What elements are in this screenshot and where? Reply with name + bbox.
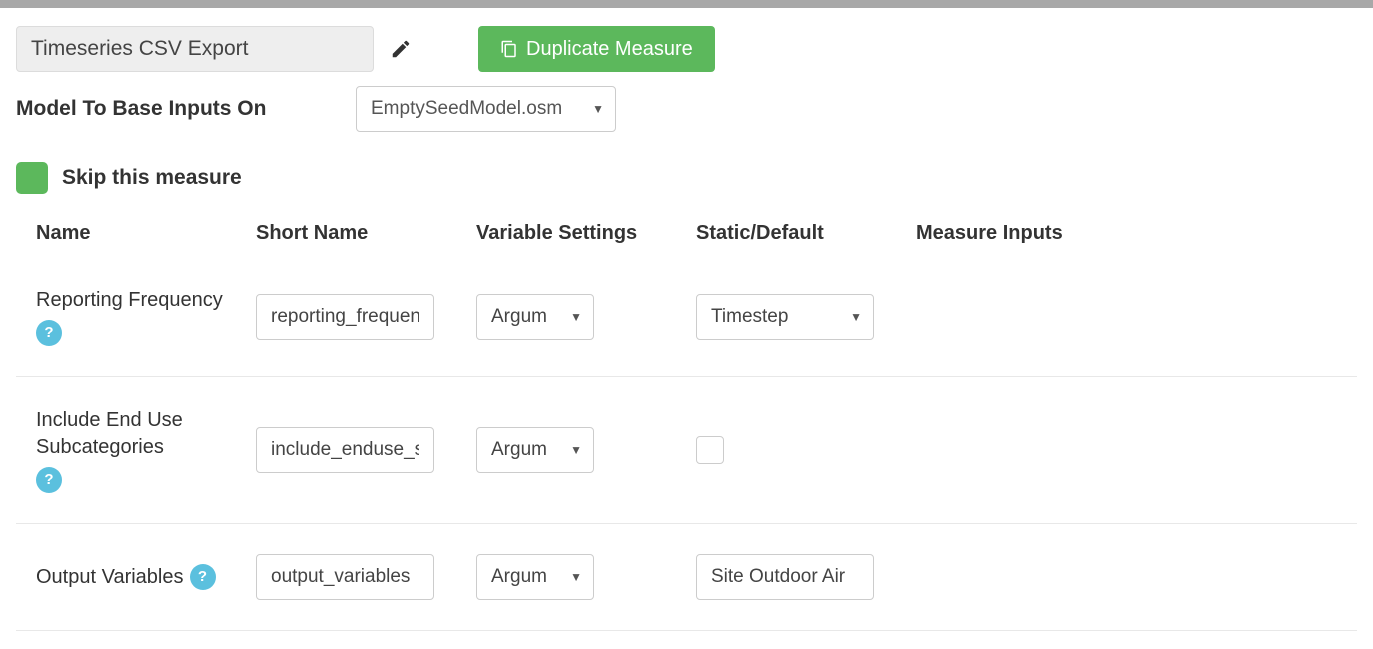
short-name-cell [256,294,476,340]
variable-settings-value: Argum [476,427,594,473]
row-name-label: Include End Use Subcategories [36,407,236,461]
variable-settings-value: Argum [476,294,594,340]
main-content: Duplicate Measure Model To Base Inputs O… [0,8,1373,649]
help-icon[interactable]: ? [36,467,62,493]
short-name-cell [256,427,476,473]
table-header: Name Short Name Variable Settings Static… [16,222,1357,257]
inputs-table: Name Short Name Variable Settings Static… [16,222,1357,631]
table-row: Include End Use Subcategories ? Argum ▼ [16,377,1357,524]
skip-measure-label: Skip this measure [62,166,242,190]
default-checkbox[interactable] [696,436,724,464]
pencil-icon[interactable] [390,38,412,60]
row-name-cell: Include End Use Subcategories ? [36,407,256,493]
help-icon[interactable]: ? [190,564,216,590]
skip-measure-checkbox[interactable] [16,162,48,194]
row-name-label: Output Variables [36,564,184,591]
default-cell: Timestep ▼ [696,294,916,340]
help-icon[interactable]: ? [36,320,62,346]
row-name-label: Reporting Frequency [36,287,223,314]
model-select-value: EmptySeedModel.osm [356,86,616,132]
default-text-input[interactable] [696,554,874,600]
col-short-name: Short Name [256,222,476,245]
measure-title-input[interactable] [16,26,374,72]
short-name-input[interactable] [256,427,434,473]
default-select-value: Timestep [696,294,874,340]
col-static-default: Static/Default [696,222,916,245]
table-row: Reporting Frequency ? Argum ▼ Timestep ▼ [16,257,1357,377]
col-name: Name [36,222,256,245]
model-label: Model To Base Inputs On [16,97,356,121]
variable-settings-cell: Argum ▼ [476,294,696,340]
table-row: Output Variables ? Argum ▼ [16,524,1357,631]
row-name-cell: Reporting Frequency ? [36,287,256,346]
model-row: Model To Base Inputs On EmptySeedModel.o… [16,86,1357,132]
skip-row: Skip this measure [16,162,1357,194]
copy-icon [500,40,518,58]
short-name-input[interactable] [256,294,434,340]
variable-settings-cell: Argum ▼ [476,427,696,473]
col-variable-settings: Variable Settings [476,222,696,245]
default-select[interactable]: Timestep ▼ [696,294,874,340]
header-row: Duplicate Measure [16,26,1357,72]
row-name-cell: Output Variables ? [36,564,256,591]
variable-settings-select[interactable]: Argum ▼ [476,554,594,600]
variable-settings-select[interactable]: Argum ▼ [476,427,594,473]
variable-settings-select[interactable]: Argum ▼ [476,294,594,340]
model-select[interactable]: EmptySeedModel.osm ▼ [356,86,616,132]
short-name-input[interactable] [256,554,434,600]
duplicate-measure-button[interactable]: Duplicate Measure [478,26,715,72]
variable-settings-cell: Argum ▼ [476,554,696,600]
default-cell [696,436,916,464]
col-measure-inputs: Measure Inputs [916,222,1337,245]
variable-settings-value: Argum [476,554,594,600]
duplicate-button-label: Duplicate Measure [526,38,693,61]
short-name-cell [256,554,476,600]
default-cell [696,554,916,600]
window-top-bar [0,0,1373,8]
